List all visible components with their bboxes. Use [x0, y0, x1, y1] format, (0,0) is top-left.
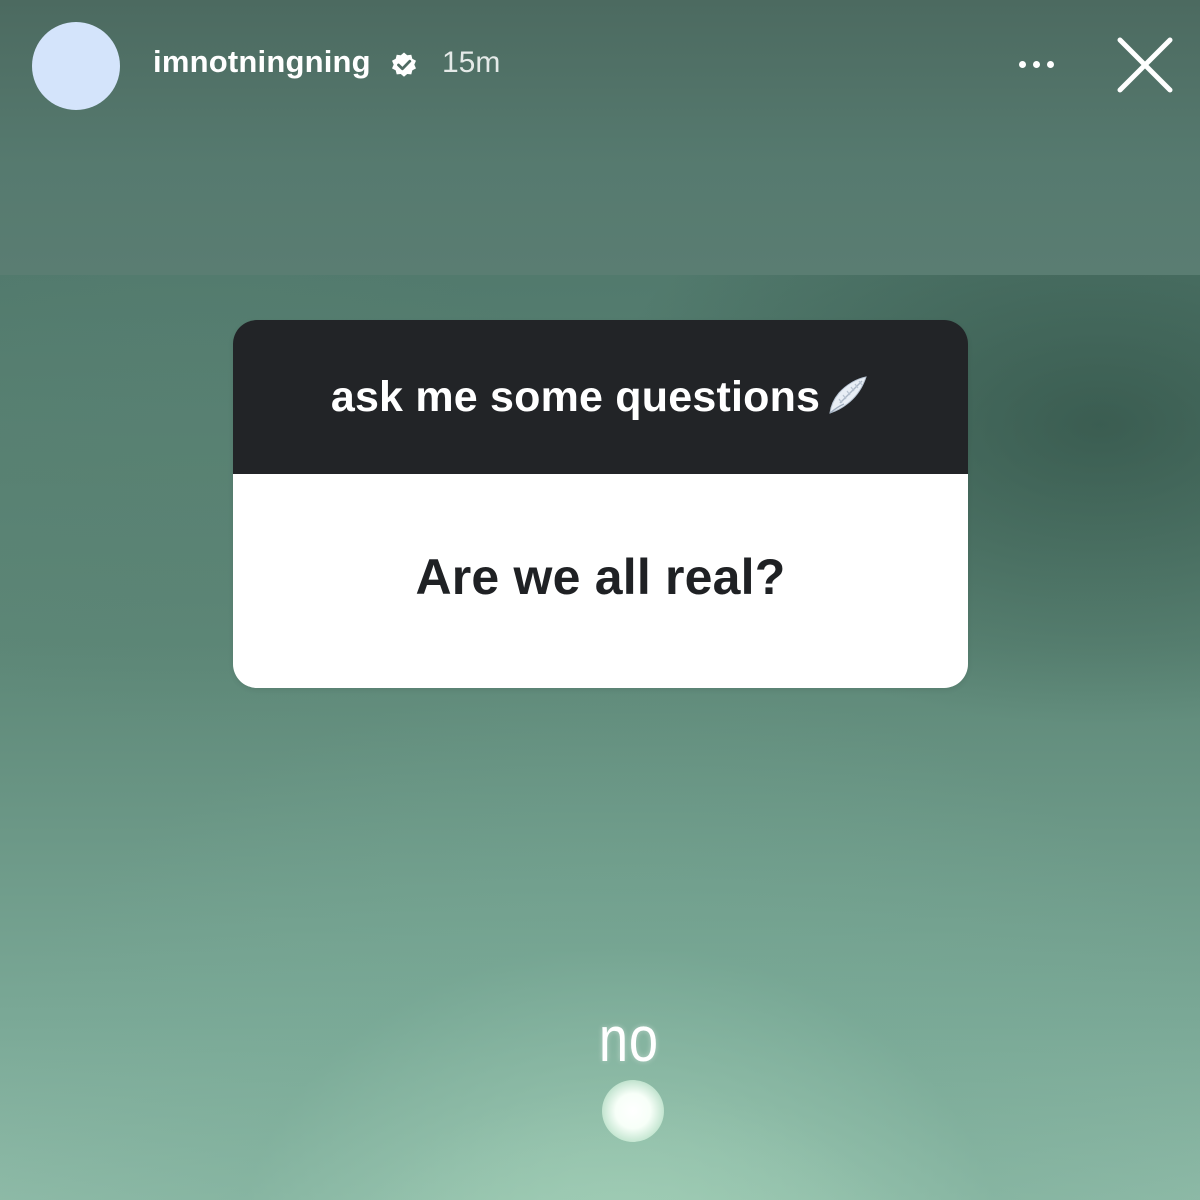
answer-text: no: [598, 1003, 659, 1075]
question-sticker[interactable]: ask me some questions Are we all real?: [233, 320, 968, 688]
more-options-button[interactable]: [1008, 46, 1064, 82]
username[interactable]: imnotningning: [153, 44, 371, 80]
post-timestamp: 15m: [442, 46, 501, 79]
sticker-header: ask me some questions: [233, 320, 968, 474]
avatar[interactable]: [32, 22, 120, 110]
more-options-dot: [1046, 60, 1054, 68]
story-header: imnotningning 15m: [0, 0, 1200, 130]
verified-badge-icon: [390, 51, 418, 79]
more-options-icon: [1018, 60, 1026, 68]
close-button[interactable]: [1112, 32, 1178, 98]
sticker-body: Are we all real?: [233, 474, 968, 688]
story-viewer[interactable]: imnotningning 15m ask me some questions: [0, 0, 1200, 1200]
sticker-title-text: ask me some questions: [330, 372, 821, 421]
close-icon: [1117, 37, 1173, 93]
sun-glow: [602, 1080, 664, 1142]
question-text: Are we all real?: [415, 549, 786, 605]
more-options-dot: [1032, 60, 1040, 68]
wing-icon: [826, 373, 870, 417]
sticker-title: ask me some questions: [331, 373, 870, 422]
